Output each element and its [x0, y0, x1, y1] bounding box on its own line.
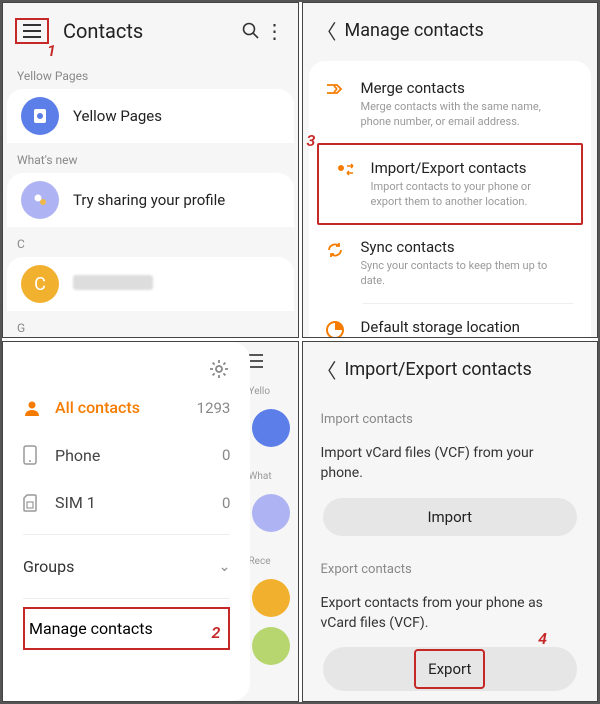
drawer-item-count: 1293	[197, 399, 231, 417]
pane-drawer: Yello What Rece All contacts 12	[2, 341, 299, 702]
section-header-import: Import contacts	[303, 396, 598, 433]
drawer-item-sim1[interactable]: SIM 1 0	[3, 479, 250, 526]
drawer-item-label: SIM 1	[55, 493, 222, 512]
drawer-item-groups[interactable]: Groups ⌄	[3, 543, 250, 590]
app-header: 〈 Manage contacts	[303, 3, 598, 57]
page-title: Manage contacts	[345, 20, 484, 41]
section-header-g: G	[3, 311, 298, 338]
back-icon: 〈	[317, 20, 337, 44]
storage-icon	[325, 318, 361, 338]
drawer-item-label: Manage contacts	[29, 619, 153, 638]
chevron-down-icon: ⌄	[219, 559, 231, 575]
drawer-scrim: Yello What Rece	[245, 342, 298, 701]
merge-contacts-item[interactable]: Merge contacts Merge contacts with the s…	[309, 65, 592, 144]
avatar: C	[21, 265, 59, 303]
back-button[interactable]: 〈	[317, 355, 345, 384]
section-header-c: C	[3, 227, 298, 257]
contact-row-share-profile[interactable]: Try sharing your profile	[7, 173, 294, 227]
yellow-pages-icon	[21, 97, 59, 135]
contact-row[interactable]: C	[7, 257, 294, 311]
merge-icon	[325, 79, 361, 97]
bg-section-header: What	[245, 471, 298, 484]
manage-contacts-button[interactable]: Manage contacts	[23, 607, 230, 650]
item-title: Import/Export contacts	[371, 159, 564, 177]
drawer-item-count: 0	[222, 494, 230, 512]
hamburger-icon	[245, 354, 298, 368]
pane-import-export: 〈 Import/Export contacts Import contacts…	[302, 341, 599, 702]
export-button[interactable]: Export	[323, 647, 578, 691]
contact-row-yellow-pages[interactable]: Yellow Pages	[7, 89, 294, 143]
profile-icon	[21, 181, 59, 219]
drawer-item-label: Groups	[23, 557, 219, 576]
item-title: Default storage location	[361, 318, 574, 336]
drawer-item-label: Phone	[55, 446, 222, 465]
back-button[interactable]: 〈	[317, 16, 345, 45]
drawer-item-phone[interactable]: Phone 0	[3, 431, 250, 479]
hamburger-icon	[23, 24, 41, 38]
item-subtitle: Merge contacts with the same name, phone…	[361, 100, 574, 130]
item-title: Sync contacts	[361, 238, 574, 256]
search-button[interactable]	[242, 22, 264, 40]
page-title: Import/Export contacts	[345, 359, 532, 380]
contact-label: Yellow Pages	[73, 107, 162, 125]
pane-manage-contacts: 〈 Manage contacts Merge contacts Merge c…	[302, 2, 599, 338]
app-header: Contacts ⋮	[3, 3, 298, 59]
bg-avatar	[252, 409, 290, 447]
drawer-item-count: 0	[222, 446, 230, 464]
section-header-export: Export contacts	[303, 546, 598, 583]
item-title: Merge contacts	[361, 79, 574, 97]
export-description: Export contacts from your phone as vCard…	[303, 583, 598, 648]
gear-icon	[208, 358, 230, 380]
button-label: Import	[427, 508, 472, 526]
more-button[interactable]: ⋮	[264, 19, 286, 43]
sync-contacts-item[interactable]: Sync contacts Sync your contacts to keep…	[309, 224, 592, 303]
back-icon: 〈	[317, 359, 337, 383]
import-button[interactable]: Import	[323, 498, 578, 536]
button-label: Export	[414, 649, 485, 689]
menu-button[interactable]	[15, 18, 49, 44]
search-icon	[242, 22, 264, 40]
import-export-icon	[335, 159, 371, 179]
phone-icon	[23, 445, 55, 465]
pane-contacts-list: Contacts ⋮ 1 Yellow Pages Yellow Pages W…	[2, 2, 299, 338]
default-storage-item[interactable]: Default storage location Phone	[309, 304, 592, 338]
import-description: Import vCard files (VCF) from your phone…	[303, 433, 598, 498]
avatar-initial: C	[34, 274, 46, 295]
drawer-item-label: All contacts	[55, 398, 197, 417]
contact-label-redacted	[73, 275, 153, 294]
section-header-whats-new: What's new	[3, 143, 298, 173]
item-subtitle: Import contacts to your phone or export …	[371, 180, 564, 210]
settings-button[interactable]	[208, 358, 230, 380]
bg-avatar	[252, 494, 290, 532]
contact-label: Try sharing your profile	[73, 191, 225, 209]
bg-avatar	[252, 579, 290, 617]
nav-drawer: All contacts 1293 Phone 0 SIM 1 0 Groups	[3, 342, 250, 701]
person-icon	[23, 399, 55, 417]
item-subtitle: Sync your contacts to keep them up to da…	[361, 259, 574, 289]
page-title: Contacts	[63, 19, 242, 43]
manage-options-card: Merge contacts Merge contacts with the s…	[309, 61, 592, 338]
sync-icon	[325, 238, 361, 260]
more-vertical-icon: ⋮	[265, 19, 285, 43]
sim-icon	[23, 494, 55, 512]
bg-avatar	[252, 627, 290, 665]
drawer-item-all-contacts[interactable]: All contacts 1293	[3, 384, 250, 431]
app-header: 〈 Import/Export contacts	[303, 342, 598, 396]
bg-section-header: Yello	[245, 368, 298, 399]
section-header-yellow-pages: Yellow Pages	[3, 59, 298, 89]
bg-section-header: Rece	[245, 556, 298, 569]
import-export-contacts-item[interactable]: Import/Export contacts Import contacts t…	[317, 143, 584, 226]
